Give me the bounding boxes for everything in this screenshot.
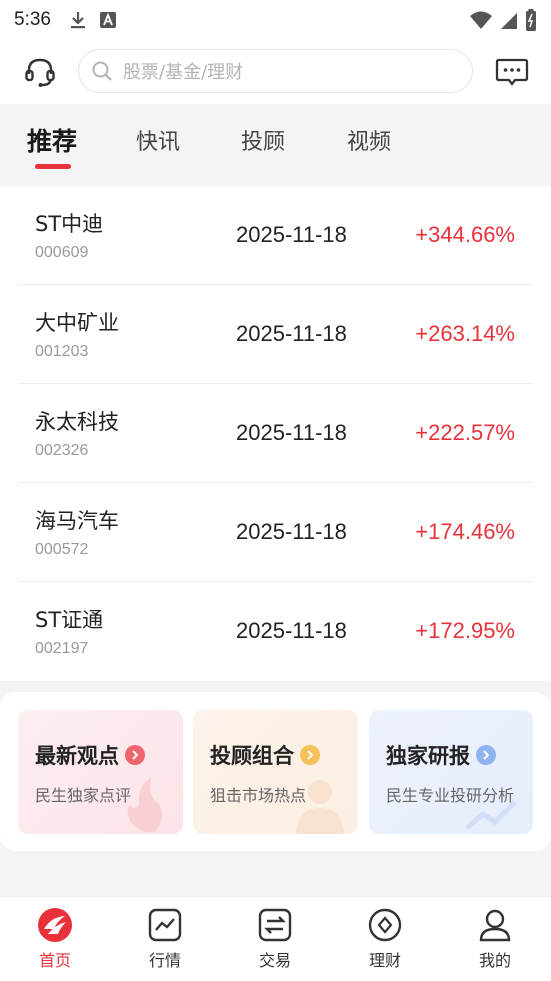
nav-label: 交易	[258, 951, 291, 970]
tab-flash-news[interactable]: 快讯	[136, 124, 180, 156]
status-system-icons	[469, 9, 537, 31]
search-input[interactable]: 股票/基金/理财	[78, 49, 473, 93]
stock-name: ST证通	[35, 608, 104, 632]
search-placeholder: 股票/基金/理财	[123, 62, 244, 83]
market-chart-icon	[147, 907, 183, 943]
headset-icon	[25, 58, 55, 87]
stock-date: 2025-11-18	[236, 222, 347, 247]
chevron-right-icon	[300, 745, 320, 765]
stock-change: +222.57%	[415, 420, 515, 445]
list-item[interactable]: 大中矿业 001203 2025-11-18 +263.14%	[18, 285, 533, 384]
latest-views-card[interactable]: 最新观点 民生独家点评	[18, 710, 183, 834]
nav-profile[interactable]: 我的	[455, 907, 535, 971]
message-bubble-icon	[495, 58, 529, 86]
stock-code: 000572	[35, 541, 89, 558]
trade-exchange-icon	[257, 907, 293, 943]
search-icon	[92, 61, 112, 81]
list-item[interactable]: 永太科技 002326 2025-11-18 +222.57%	[18, 384, 533, 483]
cellular-signal-icon	[501, 13, 517, 29]
stock-date: 2025-11-18	[236, 420, 347, 445]
tab-advisory[interactable]: 投顾	[241, 124, 285, 156]
stock-change: +172.95%	[415, 618, 515, 643]
advisory-portfolio-card[interactable]: 投顾组合 狙击市场热点	[193, 710, 358, 834]
advisor-person-decoration-icon	[296, 780, 344, 834]
stock-date: 2025-11-18	[236, 519, 347, 544]
battery-icon	[526, 9, 536, 31]
wealth-diamond-icon	[367, 907, 403, 943]
nav-market[interactable]: 行情	[125, 907, 205, 971]
stock-name: 大中矿业	[35, 311, 119, 335]
nav-wealth[interactable]: 理财	[345, 907, 425, 971]
app-screen: 5:36 股票/基金/理财 推荐 快讯 投顾 视频 ST中迪 000609 20…	[0, 0, 551, 981]
download-icon	[70, 12, 85, 29]
card-title-row: 最新观点	[35, 740, 145, 770]
home-logo-icon	[37, 907, 73, 943]
stock-code: 002326	[35, 442, 89, 459]
chevron-right-icon	[476, 745, 496, 765]
nav-label: 我的	[478, 951, 511, 970]
nav-label: 理财	[368, 951, 401, 970]
stock-code: 002197	[35, 640, 89, 657]
exclusive-research-card[interactable]: 独家研报 民生专业投研分析	[369, 710, 533, 834]
nav-home[interactable]: 首页	[15, 907, 95, 971]
stock-code: 001203	[35, 343, 89, 360]
tab-video[interactable]: 视频	[347, 124, 391, 156]
nav-trade[interactable]: 交易	[235, 907, 315, 971]
feature-card-panel: 最新观点 民生独家点评 投顾组合 狙击市场热点 独家研报 民生专业投研分析	[0, 692, 551, 851]
stock-date: 2025-11-18	[236, 618, 347, 643]
active-tab-indicator	[35, 164, 71, 169]
chevron-right-icon	[125, 745, 145, 765]
card-title: 独家研报	[386, 744, 470, 768]
research-chart-decoration-icon	[465, 800, 517, 830]
font-app-icon	[99, 12, 116, 28]
stock-date: 2025-11-18	[236, 321, 347, 346]
list-item[interactable]: ST中迪 000609 2025-11-18 +344.66%	[18, 186, 533, 285]
status-bar: 5:36	[0, 0, 551, 40]
stock-code: 000609	[35, 244, 89, 261]
status-time: 5:36	[14, 9, 51, 30]
top-header: 股票/基金/理财	[0, 40, 551, 104]
bottom-navigation: 首页 行情 交易 理财 我的	[0, 896, 551, 981]
card-title-row: 投顾组合	[210, 740, 320, 770]
stock-name: 永太科技	[35, 410, 119, 434]
nav-label: 行情	[148, 951, 181, 970]
status-notification-icons	[69, 10, 117, 30]
stock-gain-list: ST中迪 000609 2025-11-18 +344.66% 大中矿业 001…	[0, 186, 551, 681]
stock-name: ST中迪	[35, 212, 104, 236]
stock-name: 海马汽车	[35, 509, 119, 533]
stock-change: +344.66%	[415, 222, 515, 247]
customer-service-button[interactable]	[20, 52, 60, 92]
tab-recommend[interactable]: 推荐	[27, 122, 77, 158]
stock-change: +174.46%	[415, 519, 515, 544]
card-title: 投顾组合	[210, 744, 294, 768]
wifi-icon	[470, 11, 492, 29]
messages-button[interactable]	[492, 52, 532, 92]
card-title: 最新观点	[35, 744, 119, 768]
card-title-row: 独家研报	[386, 740, 496, 770]
list-item[interactable]: ST证通 002197 2025-11-18 +172.95%	[18, 582, 533, 681]
flame-decoration-icon	[127, 778, 163, 832]
stock-change: +263.14%	[415, 321, 515, 346]
nav-label: 首页	[38, 951, 71, 970]
profile-icon	[477, 907, 513, 943]
list-item[interactable]: 海马汽车 000572 2025-11-18 +174.46%	[18, 483, 533, 582]
content-tabs: 推荐 快讯 投顾 视频	[0, 104, 551, 186]
